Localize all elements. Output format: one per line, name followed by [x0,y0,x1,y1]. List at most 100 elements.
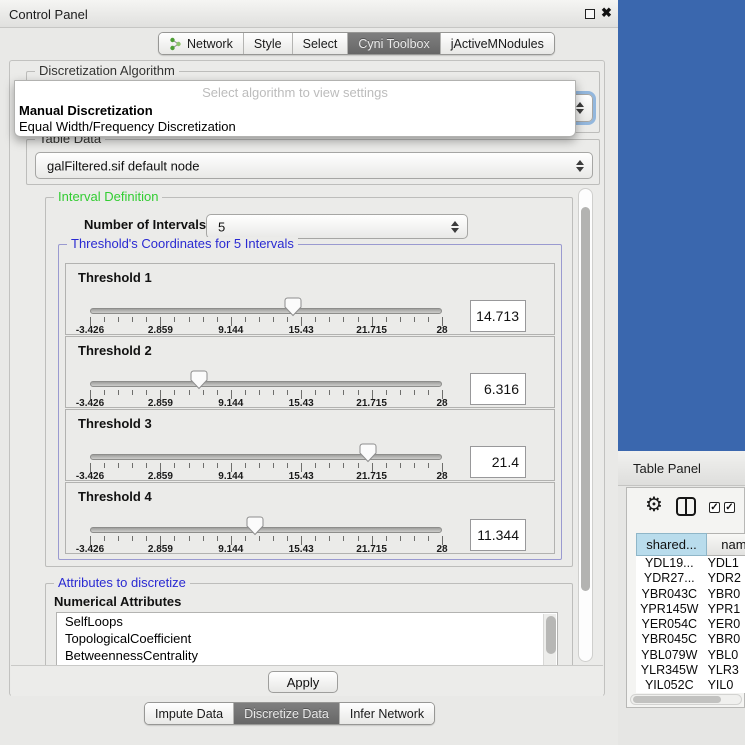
tick-mark [203,536,204,541]
thresholds-group-title: Threshold's Coordinates for 5 Intervals [67,237,298,251]
slider-track[interactable] [90,308,442,314]
slider-track[interactable] [90,381,442,387]
tick-mark [400,536,401,541]
table-horizontal-scrollbar[interactable] [630,694,742,705]
tick-mark [400,463,401,468]
table-cell: YBR045C [636,632,703,647]
table-data-combobox[interactable]: galFiltered.sif default node [35,152,593,179]
table-cell: YDL1 [703,556,745,571]
tick-mark [315,463,316,468]
checkbox-checked-icon[interactable]: ✓ [709,502,720,513]
table-cell: YLR345W [636,663,703,678]
tab-network[interactable]: Network [159,33,243,54]
combo-arrows-icon [451,221,459,233]
bottom-tab-discretize-data[interactable]: Discretize Data [233,703,339,724]
attribute-item-selfloops[interactable]: SelfLoops [57,613,557,630]
bottom-tab-impute-data[interactable]: Impute Data [145,703,233,724]
table-cell: YER054C [636,617,703,632]
attributes-list-scrollbar[interactable] [543,614,556,666]
checkbox-checked-icon[interactable]: ✓ [724,502,735,513]
attributes-list-scrollbar-thumb[interactable] [546,616,556,654]
table-horizontal-scrollbar-thumb[interactable] [633,696,721,703]
tick-mark [273,536,274,541]
tab-label: Style [254,37,282,51]
tab-cyni-toolbox[interactable]: Cyni Toolbox [347,33,439,54]
slider-thumb[interactable] [246,516,264,536]
slider-thumb[interactable] [359,443,377,463]
table-cell: YBL079W [636,648,703,663]
apply-button[interactable]: Apply [268,671,338,693]
tick-mark [343,463,344,468]
attribute-item-betweennesscentrality[interactable]: BetweennessCentrality [57,647,557,664]
tick-label: 9.144 [218,398,243,409]
tick-label: 15.43 [289,325,314,336]
numerical-attributes-list[interactable]: SelfLoopsTopologicalCoefficientBetweenne… [56,612,558,666]
tick-mark [189,390,190,395]
network-window-frame: GAL80GACGAL11GAL4GCY1HHAP2 [618,0,745,451]
popup-item-equal-width-frequency-discretization[interactable]: Equal Width/Frequency Discretization [17,119,573,135]
table-row[interactable]: YLR345WYLR3 [636,663,745,678]
tick-mark [287,536,288,541]
tick-mark [174,390,175,395]
float-window-icon[interactable] [585,9,595,19]
tick-mark [386,390,387,395]
tick-labels: -3.4262.8599.14415.4321.71528 [90,544,442,555]
table-cell: YBR043C [636,587,703,602]
table-row[interactable]: YIL052CYIL0 [636,678,745,693]
popup-item-manual-discretization[interactable]: Manual Discretization [17,103,573,119]
tab-jactivemnodules[interactable]: jActiveMNodules [440,33,554,54]
close-icon[interactable]: ✖ [601,5,612,21]
attribute-item-topologicalcoefficient[interactable]: TopologicalCoefficient [57,630,557,647]
table-row[interactable]: YER054CYER0 [636,617,745,632]
tab-style[interactable]: Style [243,33,292,54]
number-of-intervals-value: 5 [218,219,225,234]
tab-label: Select [303,37,338,51]
table-row[interactable]: YBR043CYBR0 [636,587,745,602]
tick-mark [146,463,147,468]
tick-mark [245,317,246,322]
threshold-value-input[interactable] [470,300,526,332]
tick-mark [343,536,344,541]
table-row[interactable]: YDR27...YDR2 [636,571,745,586]
slider-thumb[interactable] [284,297,302,317]
table-row[interactable]: YDL19...YDL1 [636,556,745,571]
slider-track[interactable] [90,454,442,460]
settings-scrollbar[interactable] [578,188,593,662]
tab-label: jActiveMNodules [451,37,544,51]
tick-mark [329,463,330,468]
tick-mark [273,390,274,395]
table-row[interactable]: YPR145WYPR1 [636,602,745,617]
table-row[interactable]: YBL079WYBL0 [636,648,745,663]
threshold-value-input[interactable] [470,446,526,478]
threshold-panel-2: Threshold 2-3.4262.8599.14415.4321.71528 [65,336,555,408]
threshold-value-input[interactable] [470,373,526,405]
tab-select[interactable]: Select [292,33,348,54]
tick-mark [174,317,175,322]
tick-mark [428,536,429,541]
tick-mark [132,463,133,468]
tick-mark [118,463,119,468]
tick-label: 21.715 [356,471,387,482]
interval-definition-group: Interval Definition Number of Intervals … [45,197,573,567]
tick-mark [174,536,175,541]
slider-thumb[interactable] [190,370,208,390]
threshold-value-input[interactable] [470,519,526,551]
gear-icon[interactable]: ⚙ [645,494,663,516]
bottom-tab-infer-network[interactable]: Infer Network [339,703,434,724]
attributes-group: Attributes to discretize Numerical Attri… [45,583,573,673]
tick-mark [287,463,288,468]
split-column-icon[interactable] [675,496,697,518]
cyni-toolbox-panel: Discretization Algorithm Table Data galF… [9,60,605,696]
tick-label: 28 [436,544,447,555]
tick-label: 28 [436,325,447,336]
column-header-name[interactable]: name [707,533,745,556]
tick-mark [273,317,274,322]
settings-scrollbar-thumb[interactable] [581,207,590,591]
tick-mark [386,536,387,541]
tick-mark [203,463,204,468]
slider-track[interactable] [90,527,442,533]
threshold-panel-3: Threshold 3-3.4262.8599.14415.4321.71528 [65,409,555,481]
table-row[interactable]: YBR045CYBR0 [636,632,745,647]
tick-mark [329,390,330,395]
column-header-shared-[interactable]: shared... [636,533,707,556]
